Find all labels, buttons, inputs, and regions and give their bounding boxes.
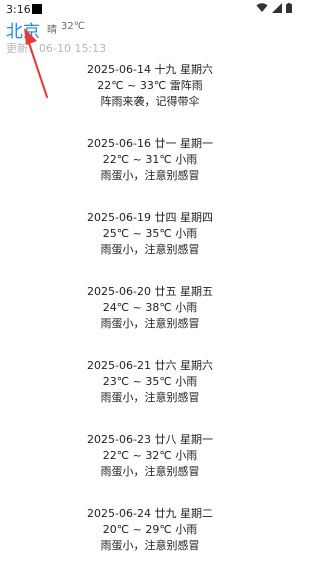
forecast-tip: 雨蛋小，注意别感冒 — [100, 169, 200, 182]
forecast-tip: 雨蛋小，注意别感冒 — [100, 539, 200, 552]
forecast-temp: 20℃ ~ 29℃ 小雨 — [102, 523, 198, 536]
forecast-date: 2025-06-20 廿五 星期五 — [87, 285, 213, 298]
weather-header: 北京 晴 32℃ — [0, 16, 300, 42]
wifi-icon — [256, 3, 268, 12]
forecast-date: 2025-06-14 十九 星期六 — [87, 63, 213, 76]
forecast-day: 2025-06-14 十九 星期六 22℃ ~ 33℃ 雷阵雨 阵雨来袭，记得带… — [0, 62, 300, 110]
forecast-tip: 阵雨来袭，记得带伞 — [100, 95, 200, 108]
forecast-date: 2025-06-19 廿四 星期四 — [87, 211, 213, 224]
forecast-temp: 22℃ ~ 32℃ 小雨 — [102, 449, 198, 462]
forecast-day: 2025-06-24 廿九 星期二 20℃ ~ 29℃ 小雨 雨蛋小，注意别感冒 — [0, 506, 300, 554]
forecast-tip: 雨蛋小，注意别感冒 — [100, 391, 200, 404]
update-time: 更新：06-10 15:13 — [6, 40, 106, 56]
notification-icon — [32, 4, 42, 14]
forecast-temp: 22℃ ~ 33℃ 雷阵雨 — [97, 79, 203, 92]
forecast-day: 2025-06-16 廿一 星期一 22℃ ~ 31℃ 小雨 雨蛋小，注意别感冒 — [0, 136, 300, 184]
forecast-temp: 23℃ ~ 35℃ 小雨 — [102, 375, 198, 388]
signal-icon — [272, 3, 282, 13]
forecast-date: 2025-06-23 廿八 星期一 — [87, 433, 213, 446]
update-value: 06-10 15:13 — [39, 42, 107, 55]
forecast-tip: 雨蛋小，注意别感冒 — [100, 243, 200, 256]
battery-icon — [286, 3, 292, 13]
forecast-date: 2025-06-24 廿九 星期二 — [87, 507, 213, 520]
city-name[interactable]: 北京 — [6, 17, 40, 42]
forecast-day: 2025-06-23 廿八 星期一 22℃ ~ 32℃ 小雨 雨蛋小，注意别感冒 — [0, 432, 300, 480]
forecast-tip: 雨蛋小，注意别感冒 — [100, 465, 200, 478]
forecast-day: 2025-06-20 廿五 星期五 24℃ ~ 38℃ 小雨 雨蛋小，注意别感冒 — [0, 284, 300, 332]
forecast-day: 2025-06-19 廿四 星期四 25℃ ~ 35℃ 小雨 雨蛋小，注意别感冒 — [0, 210, 300, 258]
current-temperature: 32℃ — [61, 21, 85, 32]
forecast-temp: 22℃ ~ 31℃ 小雨 — [102, 153, 198, 166]
status-time: 3:16 — [6, 3, 31, 16]
forecast-tip: 雨蛋小，注意别感冒 — [100, 317, 200, 330]
forecast-temp: 24℃ ~ 38℃ 小雨 — [102, 301, 198, 314]
update-label: 更新： — [6, 42, 39, 55]
forecast-day: 2025-06-21 廿六 星期六 23℃ ~ 35℃ 小雨 雨蛋小，注意别感冒 — [0, 358, 300, 406]
current-condition: 晴 — [47, 25, 57, 36]
forecast-list: 2025-06-14 十九 星期六 22℃ ~ 33℃ 雷阵雨 阵雨来袭，记得带… — [0, 62, 300, 580]
status-icons — [256, 3, 292, 13]
forecast-date: 2025-06-21 廿六 星期六 — [87, 359, 213, 372]
forecast-temp: 25℃ ~ 35℃ 小雨 — [102, 227, 198, 240]
forecast-date: 2025-06-16 廿一 星期一 — [87, 137, 213, 150]
